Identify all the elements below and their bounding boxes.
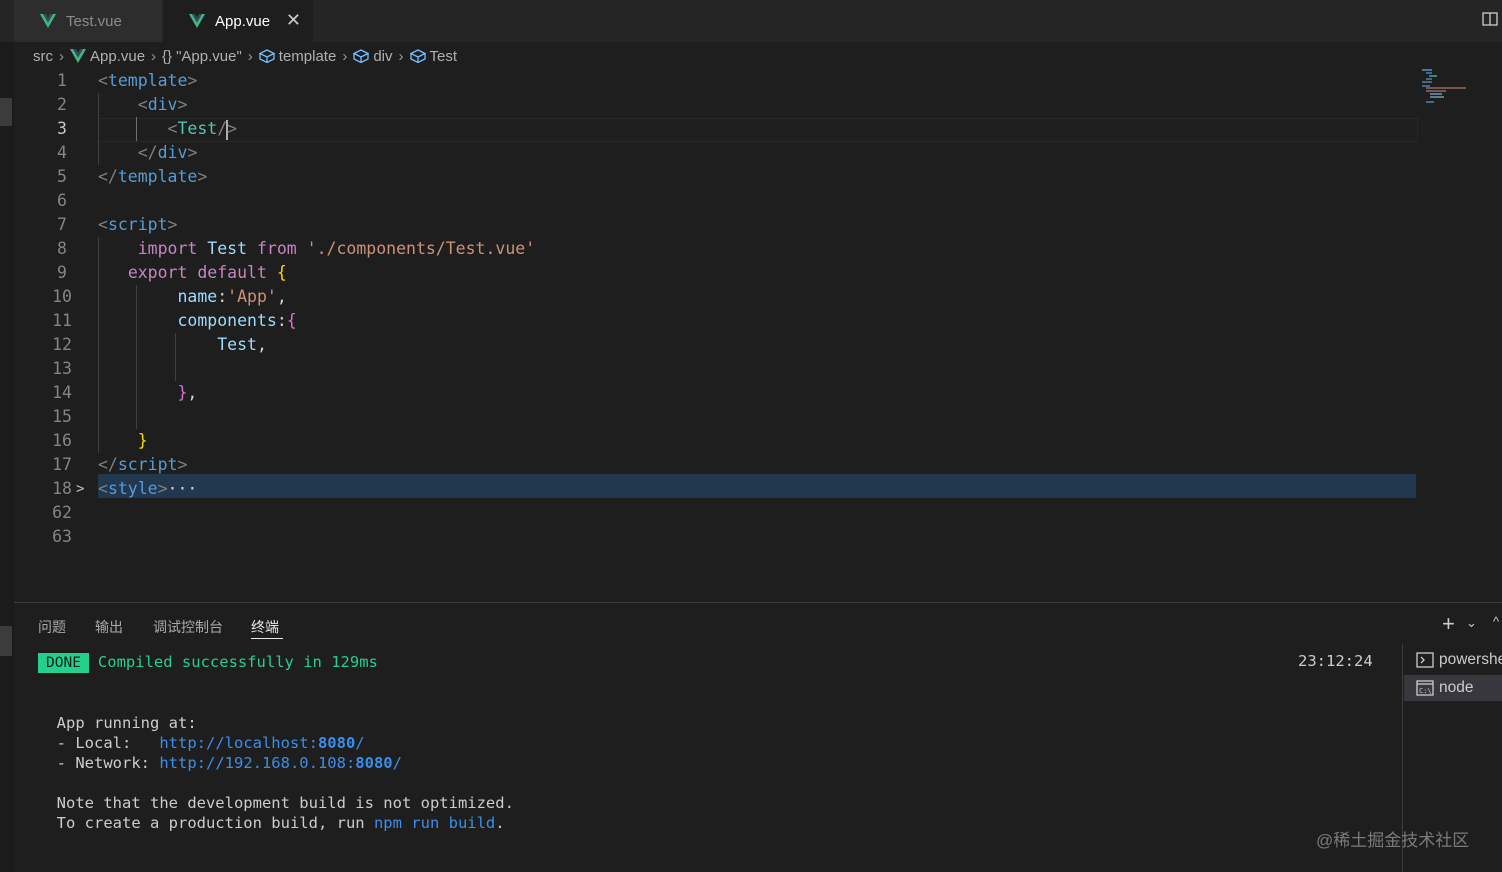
cmd-icon: C:\ (1416, 680, 1434, 696)
breadcrumb-div[interactable]: div (373, 48, 392, 65)
chevron-right-icon: › (247, 47, 253, 65)
terminal-item-node[interactable]: C:\ node (1404, 675, 1502, 701)
rail-marker (0, 626, 12, 656)
split-editor-icon[interactable] (1482, 11, 1498, 27)
close-icon[interactable]: ✕ (286, 10, 301, 31)
chevron-down-icon[interactable]: ⌄ (1466, 615, 1477, 631)
local-label: - Local: (56, 734, 160, 752)
line-number: 63 (52, 527, 72, 546)
code-line: import Test from './components/Test.vue' (137, 239, 536, 258)
app-running-line: App running at: (56, 714, 197, 732)
chevron-right-icon: › (342, 47, 348, 65)
breadcrumb-template[interactable]: template (279, 48, 337, 65)
code-line: }, (177, 383, 198, 402)
code-line: <script> (98, 215, 178, 234)
tab-terminal[interactable]: 终端 (251, 617, 279, 637)
vue-icon (70, 49, 86, 63)
breadcrumb-module[interactable]: "App.vue" (176, 48, 242, 65)
line-number: 6 (57, 191, 67, 210)
line-number: 15 (52, 407, 72, 426)
code-line: </div> (137, 143, 198, 162)
note-line: Note that the development build is not o… (56, 794, 514, 812)
svg-text:C:\: C:\ (1419, 687, 1432, 695)
terminal-item-label: powershell (1439, 651, 1502, 668)
tab-test-vue[interactable]: Test.vue (14, 0, 162, 42)
rail-marker (0, 98, 12, 126)
network-label: - Network: (56, 754, 160, 772)
breadcrumb-file[interactable]: App.vue (90, 48, 145, 65)
code-line: } (137, 431, 148, 450)
tab-label: Test.vue (66, 12, 122, 30)
network-url[interactable]: http://192.168.0.108:8080/ (159, 754, 402, 772)
line-number: 62 (52, 503, 72, 522)
local-url[interactable]: http://localhost:8080/ (159, 734, 364, 752)
tab-debug-console[interactable]: 调试控制台 (153, 617, 223, 637)
status-badge: DONE (38, 653, 89, 673)
tab-output[interactable]: 输出 (95, 617, 123, 637)
tab-problems[interactable]: 问题 (38, 617, 66, 637)
editor-tab-bar: Test.vue App.vue ✕ (0, 0, 1502, 42)
timestamp: 23:12:24 (1298, 652, 1373, 670)
code-line: Test, (217, 335, 267, 354)
breadcrumb-test[interactable]: Test (430, 48, 458, 65)
minimap[interactable] (1422, 69, 1482, 109)
chevron-right-icon: › (151, 47, 157, 65)
cube-icon (409, 49, 426, 63)
compiled-message: Compiled successfully in 129ms (97, 653, 378, 671)
breadcrumb-src[interactable]: src (33, 48, 53, 65)
folded-ellipsis[interactable]: ··· (168, 479, 198, 498)
code-line: <div> (137, 95, 188, 114)
braces-icon: {} (162, 47, 173, 65)
create-line: To create a production build, run npm ru… (56, 814, 505, 832)
tab-app-vue[interactable]: App.vue ✕ (163, 0, 313, 42)
tab-label: App.vue (215, 12, 271, 30)
code-line: </script> (98, 455, 188, 474)
terminal-item-powershell[interactable]: powershell (1404, 647, 1502, 673)
bottom-panel: 问题 输出 调试控制台 终端 + ⌄ ^ DONE Compiled succes… (14, 603, 1502, 872)
new-terminal-icon[interactable]: + (1442, 611, 1455, 637)
code-line: <Test/> (167, 119, 238, 140)
activity-rail (0, 42, 14, 872)
vue-icon (189, 14, 205, 28)
breadcrumb: src › App.vue › {} "App.vue" › template … (33, 44, 457, 68)
powershell-icon (1416, 652, 1434, 668)
chevron-right-icon: › (59, 47, 64, 65)
code-line: components:{ (177, 311, 297, 330)
terminal-item-label: node (1439, 679, 1474, 696)
code-line: export default { (127, 263, 287, 282)
code-line: </template> (98, 167, 208, 186)
code-editor[interactable]: 1 2 3 4 5 6 7 8 9 10 11 12 13 14 15 16 1… (14, 69, 1466, 599)
code-line: <style>··· (98, 479, 198, 498)
build-command: npm run build (373, 814, 496, 832)
cube-icon (353, 49, 370, 63)
chevron-up-icon[interactable]: ^ (1493, 614, 1499, 629)
terminal-output[interactable]: DONE Compiled successfully in 129ms App r… (38, 652, 514, 833)
line-number: 13 (52, 359, 72, 378)
code-line: name:'App', (177, 287, 287, 306)
watermark: @稀土掘金技术社区 (1316, 831, 1470, 850)
vue-icon (40, 14, 56, 28)
active-tab-indicator (251, 638, 283, 639)
code-line: <template> (98, 71, 198, 90)
chevron-right-icon: › (398, 47, 404, 65)
cube-icon (258, 49, 275, 63)
